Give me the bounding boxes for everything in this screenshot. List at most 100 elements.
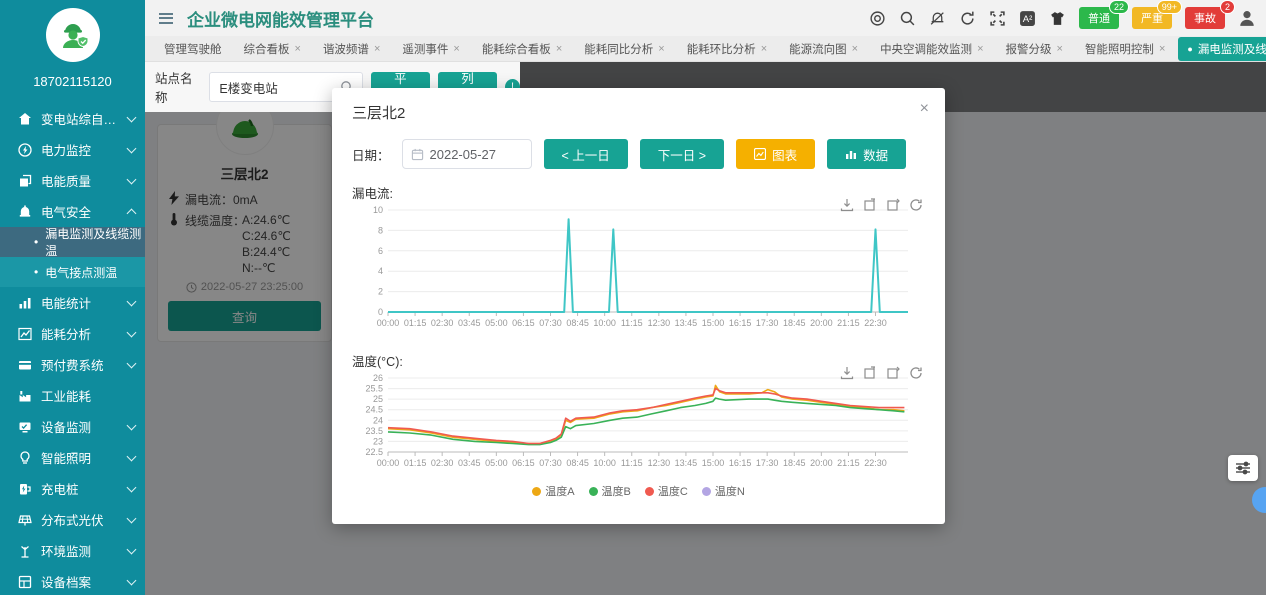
legend-item-温度N[interactable]: 温度N [702,483,745,499]
refresh-chart-icon[interactable] [909,198,923,212]
chevron-down-icon [127,327,137,337]
tab-bar: 管理驾驶舱综合看板×谐波频谱×遥测事件×能耗综合看板×能耗同比分析×能耗环比分析… [145,36,1266,62]
sidebar-item-archive[interactable]: 设备档案 [0,566,145,595]
legend-item-温度B[interactable]: 温度B [589,483,631,499]
svg-text:18:45: 18:45 [783,458,806,468]
sidebar-item-power-quality[interactable]: 电能质量 [0,165,145,196]
alarm-badge-normal[interactable]: 普通22 [1079,7,1119,29]
sidebar-item-lighting[interactable]: 智能照明 [0,442,145,473]
date-label: 日期： [352,145,390,164]
refresh-chart-icon[interactable] [909,366,923,380]
date-picker[interactable]: 2022-05-27 [402,139,532,169]
sidebar-item-substation[interactable]: 变电站综自系统 [0,103,145,134]
legend-item-温度C[interactable]: 温度C [645,483,688,499]
alarm-badge-accident[interactable]: 事故2 [1185,7,1225,29]
tab-能源流向图[interactable]: 能源流向图× [780,37,867,61]
close-tab-icon[interactable]: × [761,43,767,55]
sidebar-item-industrial[interactable]: 工业能耗 [0,380,145,411]
sidebar-item-label: 变电站综自系统 [41,109,128,128]
tab-漏电监测及线缆测温[interactable]: ●漏电监测及线缆测温× [1178,37,1266,61]
sidebar-item-label: 设备档案 [41,572,128,591]
leak-current-chart: 024681000:0001:1502:3003:4505:0006:1507:… [352,202,925,337]
station-name-label: 站点名称 [155,68,201,106]
sidebar-item-device-monitor[interactable]: 设备监测 [0,411,145,442]
tab-中央空调能效监测[interactable]: 中央空调能效监测× [871,37,992,61]
close-tab-icon[interactable]: × [1159,43,1165,55]
svg-text:17:30: 17:30 [756,318,779,328]
close-tab-icon[interactable]: × [1057,43,1063,55]
close-tab-icon[interactable]: × [852,43,858,55]
data-zoom-icon[interactable] [863,366,877,380]
chevron-down-icon [127,575,137,585]
tab-综合看板[interactable]: 综合看板× [235,37,310,61]
close-tab-icon[interactable]: × [977,43,983,55]
refresh-icon[interactable] [959,10,976,27]
close-tab-icon[interactable]: × [556,43,562,55]
search-icon[interactable] [899,10,916,27]
restore-icon[interactable] [886,366,900,380]
chevron-down-icon [127,420,137,430]
station-search-input[interactable] [210,80,340,94]
user-icon[interactable] [1238,9,1256,27]
translate-icon[interactable]: A² [1019,10,1036,27]
save-image-icon[interactable] [840,198,854,212]
legend-item-温度A[interactable]: 温度A [532,483,574,499]
alarm-badge-severe[interactable]: 严重99+ [1132,7,1172,29]
tab-能耗环比分析[interactable]: 能耗环比分析× [678,37,776,61]
next-day-button[interactable]: 下一日 > [640,139,724,169]
sidebar-item-label: 电力监控 [41,140,128,159]
environment-icon [18,544,32,558]
tab-谐波频谱[interactable]: 谐波频谱× [314,37,389,61]
aim-icon[interactable] [869,10,886,27]
settings-float-button[interactable] [1228,455,1258,481]
tab-能耗综合看板[interactable]: 能耗综合看板× [473,37,571,61]
close-icon[interactable]: × [920,100,929,118]
tab-遥测事件[interactable]: 遥测事件× [393,37,468,61]
worker-avatar-icon [56,18,90,52]
data-zoom-icon[interactable] [863,198,877,212]
restore-icon[interactable] [886,198,900,212]
close-tab-icon[interactable]: × [453,43,459,55]
sidebar-item-charging[interactable]: 充电桩 [0,473,145,504]
sidebar-item-prepaid[interactable]: 预付费系统 [0,349,145,380]
save-image-icon[interactable] [840,366,854,380]
fullscreen-icon[interactable] [989,10,1006,27]
close-tab-icon[interactable]: × [374,43,380,55]
hamburger-menu-icon[interactable] [159,13,173,24]
svg-text:26: 26 [373,373,383,383]
tab-报警分级[interactable]: 报警分级× [997,37,1072,61]
theme-icon[interactable] [1049,10,1066,27]
svg-text:07:30: 07:30 [539,458,562,468]
charging-icon [18,482,32,496]
chart-mode-button[interactable]: 图表 [736,139,815,169]
sidebar-item-energy-stats[interactable]: 电能统计 [0,287,145,318]
sidebar-subitem[interactable]: •电气接点测温 [0,257,145,287]
sidebar-item-power-monitor[interactable]: 电力监控 [0,134,145,165]
sidebar-subitem[interactable]: •漏电监测及线缆测温 [0,227,145,257]
leak-current-plot[interactable]: 024681000:0001:1502:3003:4505:0006:1507:… [352,202,925,337]
svg-text:03:45: 03:45 [458,318,481,328]
prev-day-button[interactable]: < 上一日 [544,139,628,169]
close-tab-icon[interactable]: × [658,43,664,55]
tab-能耗同比分析[interactable]: 能耗同比分析× [575,37,673,61]
svg-text:21:15: 21:15 [837,458,860,468]
svg-text:13:45: 13:45 [675,458,698,468]
bell-off-icon[interactable] [929,10,946,27]
calendar-icon [411,148,424,161]
sidebar-item-environment[interactable]: 环境监测 [0,535,145,566]
industrial-icon [18,389,32,403]
close-tab-icon[interactable]: × [295,43,301,55]
tab-智能照明控制[interactable]: 智能照明控制× [1076,37,1174,61]
sidebar-item-electrical-safety[interactable]: 电气安全 [0,196,145,227]
badge-count: 2 [1220,0,1235,14]
sidebar-item-pv[interactable]: 分布式光伏 [0,504,145,535]
sidebar-item-energy-analysis[interactable]: 能耗分析 [0,318,145,349]
svg-text:23: 23 [373,436,383,446]
data-mode-button[interactable]: 数据 [827,139,906,169]
svg-text:20:00: 20:00 [810,318,833,328]
svg-text:01:15: 01:15 [404,458,427,468]
power-monitor-icon [18,143,32,157]
avatar[interactable] [46,8,100,62]
temperature-plot[interactable]: 22.52323.52424.52525.52600:0001:1502:300… [352,370,925,477]
tab-管理驾驶舱[interactable]: 管理驾驶舱 [155,37,231,61]
